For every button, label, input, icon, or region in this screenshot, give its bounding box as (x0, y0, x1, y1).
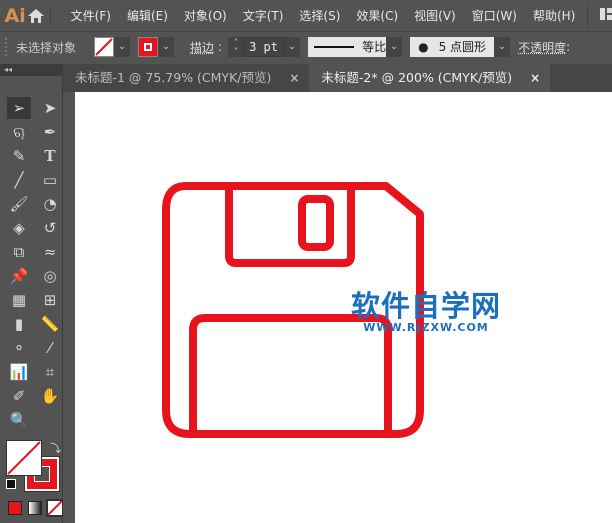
grip-handle[interactable] (5, 38, 8, 56)
watermark: 软件自学网 WWW.RJZXW.COM (351, 290, 501, 334)
mesh-tool-icon[interactable]: ⊞ (38, 289, 62, 311)
graph-tool-icon[interactable]: 📊 (7, 361, 31, 383)
gradient-mode-button[interactable] (28, 501, 42, 515)
fill-dropdown[interactable]: ⌄ (114, 37, 131, 57)
stroke-label[interactable]: 描边 (190, 39, 214, 56)
line-preview (314, 46, 355, 48)
floppy-disk-artwork[interactable] (75, 92, 612, 523)
eyedropper-tool-icon[interactable]: ⁄ (38, 337, 62, 359)
type-tool-icon[interactable]: T (38, 145, 62, 167)
line-tool-icon[interactable]: ╱ (7, 169, 31, 191)
direct-selection-tool-icon[interactable]: ➤ (38, 97, 62, 119)
menu-effect[interactable]: 效果(C) (348, 7, 406, 24)
stroke-stepper[interactable]: ˄ ˅ (228, 37, 245, 57)
rotate-tool-icon[interactable]: ↺ (38, 217, 62, 239)
collapse-icon[interactable]: ◂◂ (0, 64, 62, 76)
brush-dropdown[interactable]: ⌄ (494, 37, 511, 57)
menu-file[interactable]: 文件(F) (63, 7, 119, 24)
fill-color-box[interactable] (6, 440, 42, 476)
variable-width-profile[interactable]: 等比 (308, 37, 387, 57)
menu-view[interactable]: 视图(V) (406, 7, 464, 24)
default-colors-icon[interactable] (6, 479, 16, 489)
menu-edit[interactable]: 编辑(E) (119, 7, 176, 24)
profile-dropdown[interactable]: ⌄ (386, 37, 403, 57)
divider (587, 4, 588, 27)
magic-wand-tool-icon[interactable]: ୠ (7, 121, 31, 143)
watermark-title: 软件自学网 (351, 289, 502, 323)
stroke-weight-input[interactable]: 3 pt (244, 37, 285, 57)
menu-window[interactable]: 窗口(W) (464, 7, 525, 24)
menu-type[interactable]: 文字(T) (235, 7, 292, 24)
paintbrush-tool-icon[interactable]: 🖌 (7, 193, 31, 215)
warp-tool-icon[interactable]: ≈ (38, 241, 62, 263)
curvature-tool-icon[interactable]: ✎ (7, 145, 31, 167)
control-bar: 未选择对象 ⌄ ⌄ 描边: ˄ ˅ 3 pt ⌄ 等比 ⌄ ● 5 点圆形 ⌄ 不透… (0, 31, 612, 62)
document-tabs: 未标题-1 @ 75.79% (CMYK/预览) × 未标题-2* @ 200% … (63, 64, 612, 92)
tab-label: 未标题-1 @ 75.79% (CMYK/预览) (75, 70, 272, 85)
divider (50, 4, 51, 27)
artboard-tool-icon[interactable]: ⌗ (38, 361, 62, 383)
swap-colors-icon[interactable]: ⤵ (50, 440, 61, 456)
tab-document-1[interactable]: 未标题-1 @ 75.79% (CMYK/预览) × (63, 64, 309, 92)
color-mode-button[interactable] (8, 501, 22, 515)
close-icon[interactable]: × (289, 64, 299, 92)
tab-document-2[interactable]: 未标题-2* @ 200% (CMYK/预览) × (309, 64, 551, 92)
selection-status: 未选择对象 (16, 40, 77, 55)
menu-bar: Ai 文件(F) 编辑(E) 对象(O) 文字(T) 选择(S) 效果(C) 视… (0, 0, 612, 31)
canvas-gutter (63, 92, 75, 523)
opacity-label[interactable]: 不透明度 (518, 39, 566, 56)
eraser-tool-icon[interactable]: ◈ (7, 217, 31, 239)
stroke-swatch[interactable] (138, 37, 159, 57)
slice-tool-icon[interactable]: ✐ (7, 385, 31, 407)
stroke-weight-dropdown[interactable]: ⌄ (284, 37, 301, 57)
pen-tool-icon[interactable]: ✒ (38, 121, 62, 143)
menu-object[interactable]: 对象(O) (176, 7, 235, 24)
perspective-grid-tool-icon[interactable]: ▦ (7, 289, 31, 311)
artboard-canvas[interactable] (75, 92, 612, 523)
shaper-tool-icon[interactable]: ◔ (38, 193, 62, 215)
tab-label: 未标题-2* @ 200% (CMYK/预览) (321, 70, 513, 85)
brush-definition[interactable]: ● 5 点圆形 (410, 37, 495, 57)
gradient-tool-icon[interactable]: ▮ (7, 313, 31, 335)
tools-panel: ◂◂ ➢ ➤ ୠ ✒ ✎ T ╱ ▭ 🖌 ◔ ◈ ↺ ⧉ ≈ 📌 ◎ ▦ ⊞ ▮… (0, 64, 64, 523)
hand-tool-icon[interactable]: ✋ (38, 385, 62, 407)
stroke-dropdown[interactable]: ⌄ (158, 37, 175, 57)
menu-select[interactable]: 选择(S) (291, 7, 348, 24)
blend-tool-icon[interactable]: ⚬ (7, 337, 31, 359)
app-logo: Ai (4, 4, 26, 27)
fill-swatch[interactable] (94, 37, 115, 57)
workspace-icon[interactable] (600, 8, 612, 23)
puppet-warp-tool-icon[interactable]: 📌 (7, 265, 31, 287)
scale-tool-icon[interactable]: ⧉ (7, 241, 31, 263)
profile-label: 等比 (362, 40, 387, 54)
dot-icon: ● (418, 40, 429, 54)
home-icon[interactable] (26, 4, 46, 28)
none-mode-button[interactable] (46, 499, 64, 517)
selection-tool-icon[interactable]: ➢ (7, 97, 31, 119)
shape-builder-tool-icon[interactable]: ◎ (38, 265, 62, 287)
zoom-tool-icon[interactable]: 🔍 (7, 409, 31, 431)
measure-tool-icon[interactable]: 📏 (38, 313, 62, 335)
close-icon[interactable]: × (530, 64, 540, 92)
watermark-url: WWW.RJZXW.COM (363, 321, 489, 334)
rectangle-tool-icon[interactable]: ▭ (38, 169, 62, 191)
brush-label: 5 点圆形 (438, 40, 487, 54)
menu-help[interactable]: 帮助(H) (525, 7, 583, 24)
